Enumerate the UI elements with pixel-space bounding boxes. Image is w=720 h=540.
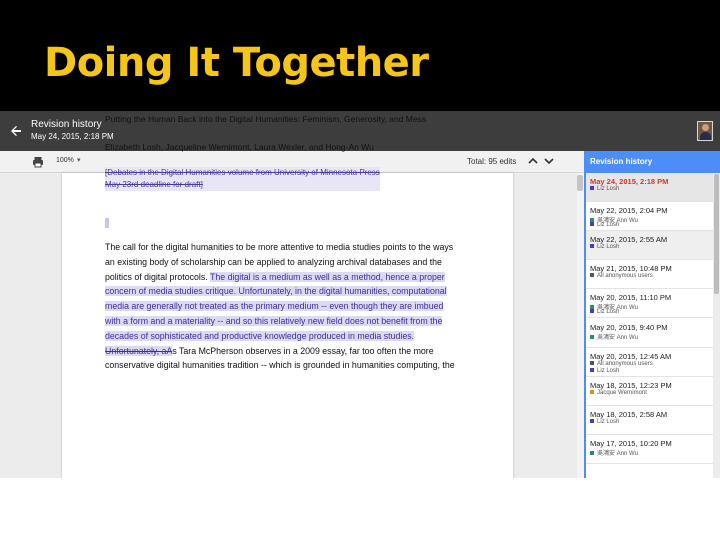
- zoom-select[interactable]: 100%: [56, 157, 74, 164]
- user-color-swatch: [590, 360, 594, 365]
- user-color-swatch: [590, 389, 594, 394]
- revision-user-name: Liz Losh: [597, 186, 620, 192]
- document-authors: Elizabeth Losh, Jacqueline Wernimont, La…: [105, 142, 374, 152]
- revision-date: May 20, 2015, 12:45 AM: [590, 351, 672, 361]
- deleted-note-line2: May 23rd deadline for draft]: [105, 180, 203, 189]
- revision-user: All anonymous users: [590, 273, 653, 279]
- deleted-note: [Debates in the Digital Humanities volum…: [105, 167, 380, 191]
- selected-revision-edge: [584, 173, 586, 478]
- revision-user: Liz Losh: [590, 244, 619, 250]
- revision-item[interactable]: May 21, 2015, 10:48 PM All anonymous user…: [584, 260, 713, 290]
- avatar-head: [702, 124, 709, 131]
- user-color-swatch: [590, 244, 594, 249]
- paragraph-text: politics of digital protocols.: [105, 271, 210, 282]
- revision-date: May 24, 2015, 2:18 PM: [590, 177, 669, 186]
- avatar-body: [700, 132, 711, 140]
- user-avatar[interactable]: [697, 121, 713, 141]
- revision-user-name: All anonymous users: [597, 273, 653, 280]
- paragraph-line: media are generally not treated as the p…: [105, 299, 475, 314]
- revision-item[interactable]: May 17, 2015, 10:20 PM 吳鴻安 Ann Wu: [584, 434, 713, 464]
- revision-user-name: 吳鴻安 Ann Wu: [597, 334, 638, 341]
- revision-date: May 18, 2015, 12:23 PM: [590, 380, 672, 390]
- user-color-swatch: [590, 418, 594, 423]
- user-color-swatch: [590, 186, 594, 190]
- revision-panel-header: Revision history: [584, 151, 720, 173]
- deleted-note-line1: [Debates in the Digital Humanities volum…: [105, 168, 380, 177]
- revision-user: Liz Losh: [590, 186, 619, 192]
- suggestion-marker: [105, 218, 109, 228]
- revision-user-name: All anonymous users: [597, 360, 653, 367]
- revision-user-name: Liz Losh: [597, 367, 620, 374]
- revision-user: Liz Losh: [590, 418, 620, 425]
- inserted-text: media are generally not treated as the p…: [105, 301, 444, 312]
- revision-list: May 24, 2015, 2:18 PM Liz Losh May 22, 201…: [584, 173, 713, 478]
- printer-icon[interactable]: [31, 155, 45, 169]
- revision-item[interactable]: May 24, 2015, 2:18 PM Liz Losh: [584, 173, 713, 202]
- revision-item[interactable]: May 20, 2015, 12:45 AM All anonymous user…: [584, 347, 713, 377]
- total-edits: Total: 95 edits: [467, 157, 517, 166]
- paragraph-text: s Tara McPherson observes in a 2009 essa…: [172, 345, 434, 356]
- inserted-text: with a form and a materiality -- and so …: [105, 315, 443, 326]
- chevron-up-icon[interactable]: [526, 154, 540, 168]
- revision-user-name: Liz Losh: [597, 309, 620, 316]
- revision-date: May 22, 2015, 2:04 PM: [590, 206, 668, 216]
- user-color-swatch: [590, 309, 594, 314]
- paragraph-line: The call for the digital humanities to b…: [105, 242, 454, 252]
- revision-user: Jacque Wernimont: [590, 389, 647, 396]
- user-color-swatch: [590, 334, 594, 339]
- document-title: Putting the Human Back into the Digital …: [105, 114, 427, 124]
- revision-item[interactable]: May 20, 2015, 9:40 PM 吳鴻安 Ann Wu: [584, 318, 713, 348]
- inserted-text: decades of sophisticated and productive …: [105, 330, 415, 341]
- revision-item[interactable]: May 18, 2015, 12:23 PM Jacque Wernimont: [584, 376, 713, 406]
- revision-item[interactable]: May 22, 2015, 2:04 PM 吳鴻安 Ann Wu Liz Losh: [584, 202, 713, 232]
- revision-panel-title: Revision history: [590, 157, 653, 166]
- revision-user: All anonymous users: [590, 360, 653, 367]
- user-color-swatch: [590, 222, 594, 227]
- revision-scroll-thumb[interactable]: [714, 174, 719, 294]
- user-color-swatch: [590, 367, 594, 372]
- caret-down-icon[interactable]: ▾: [77, 156, 81, 164]
- revision-user: Liz Losh: [590, 309, 619, 315]
- inserted-text: The digital is a medium as well as a met…: [209, 271, 445, 282]
- paragraph-line: an existing body of scholarship can be a…: [105, 256, 442, 267]
- revision-user-name: Jacque Wernimont: [597, 389, 647, 396]
- arrow-left-icon[interactable]: [4, 119, 28, 143]
- topbar-date: May 24, 2015, 2:18 PM: [31, 132, 114, 141]
- paragraph-line: decades of sophisticated and productive …: [105, 329, 475, 344]
- revision-user-name: Liz Losh: [597, 418, 620, 425]
- paragraph-line: concern of media studies critique. Unfor…: [105, 284, 475, 299]
- user-color-swatch: [590, 450, 594, 455]
- document-scrollbar[interactable]: [577, 173, 584, 478]
- revision-item[interactable]: May 22, 2015, 2:55 AM Liz Losh: [584, 231, 713, 261]
- revision-date: May 22, 2015, 2:55 AM: [590, 235, 668, 245]
- revision-user: Liz Losh: [590, 367, 620, 374]
- revision-date: May 18, 2015, 2:58 AM: [590, 409, 668, 419]
- revision-user-name: 吳鴻安 Ann Wu: [597, 450, 638, 457]
- slide-title: Doing It Together: [44, 40, 429, 86]
- revision-item[interactable]: May 20, 2015, 11:10 PM 吳鴻安 Ann Wu Liz Losh: [584, 289, 713, 319]
- revision-item[interactable]: May 18, 2015, 2:58 AM Liz Losh: [584, 405, 713, 435]
- user-color-swatch: [590, 273, 594, 278]
- chevron-down-icon[interactable]: [542, 154, 556, 168]
- revision-date: May 20, 2015, 9:40 PM: [590, 322, 668, 332]
- topbar-title: Revision history: [31, 119, 102, 130]
- revision-date: May 17, 2015, 10:20 PM: [590, 438, 672, 448]
- deleted-text: Unfortunately, aA: [105, 345, 173, 356]
- inserted-text: concern of media studies critique. Unfor…: [105, 286, 447, 297]
- paragraph-line: with a form and a materiality -- and so …: [105, 314, 475, 329]
- revision-user-name: Liz Losh: [597, 244, 620, 251]
- paragraph-line: conservative digital humanities traditio…: [105, 360, 455, 371]
- revision-user: 吳鴻安 Ann Wu: [590, 332, 638, 341]
- paragraph-line: Unfortunately, aAs Tara McPherson observ…: [105, 344, 475, 359]
- revision-user-name: Liz Losh: [597, 222, 620, 229]
- document-scroll-thumb[interactable]: [577, 175, 583, 191]
- revision-user: 吳鴻安 Ann Wu: [590, 448, 638, 457]
- revision-date: May 21, 2015, 10:48 PM: [590, 264, 672, 274]
- revision-date: May 20, 2015, 11:10 PM: [590, 293, 672, 303]
- paragraph-line: politics of digital protocols. The digit…: [105, 270, 475, 285]
- document-paragraph: The call for the digital humanities to b…: [105, 240, 475, 373]
- revision-user: Liz Losh: [590, 222, 619, 228]
